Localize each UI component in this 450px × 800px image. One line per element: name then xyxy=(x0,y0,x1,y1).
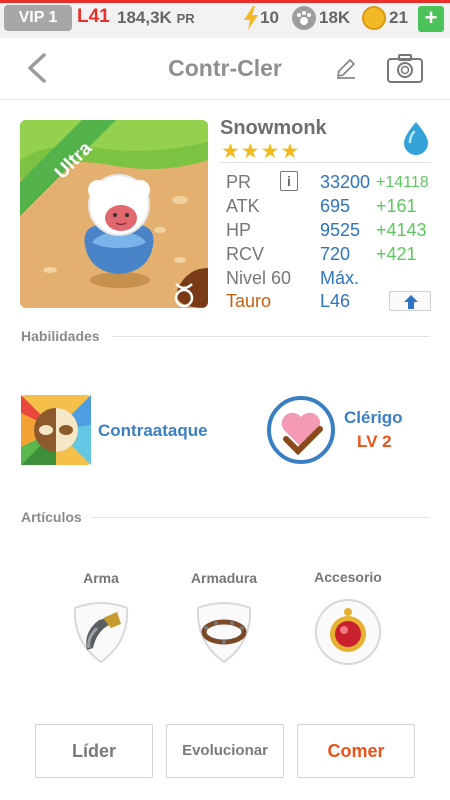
stat-label-hp: HP xyxy=(226,220,252,240)
stat-label-atk: ATK xyxy=(226,196,260,216)
counterattack-skill-icon[interactable] xyxy=(21,395,91,465)
stat-bonus-hp: +4143 xyxy=(376,220,427,240)
leader-button[interactable]: Líder xyxy=(35,724,153,778)
player-level: L41 xyxy=(77,6,110,27)
paw-icon xyxy=(292,6,316,30)
lightning-icon xyxy=(244,6,258,30)
items-divider xyxy=(92,517,430,518)
status-bar: VIP 1 L41 184,3K PR 10 18K 21 + xyxy=(0,0,450,38)
cleric-skill-icon[interactable] xyxy=(266,395,336,465)
skills-divider xyxy=(112,336,430,337)
accessory-slot-label: Accesorio xyxy=(314,569,382,585)
claw-icon xyxy=(73,602,129,664)
player-pr: 184,3K PR xyxy=(117,8,195,28)
coin-count: 21 xyxy=(389,8,408,27)
weapon-slot-label: Arma xyxy=(83,570,119,586)
water-drop-icon xyxy=(404,122,428,155)
spiked-collar-icon xyxy=(196,602,252,664)
stat-value-rcv: 720 xyxy=(320,244,351,264)
add-currency-button[interactable]: + xyxy=(418,6,444,32)
rarity-stars: ★★★★ xyxy=(221,140,301,163)
stat-bonus-atk: +161 xyxy=(376,196,417,216)
status-bar-accent xyxy=(0,0,450,3)
page-title: Contr-Cler xyxy=(168,55,282,81)
zodiac-level: L46 xyxy=(320,291,351,311)
header: Contr-Cler xyxy=(0,38,450,100)
stat-label-pr: PR xyxy=(226,172,252,192)
stat-bonus-pr: +14118 xyxy=(376,174,429,191)
arrow-up-icon xyxy=(404,295,418,309)
stat-bonus-rcv: +421 xyxy=(376,244,417,264)
vip-badge[interactable]: VIP 1 xyxy=(4,5,72,31)
skill-level-cleric: LV 2 xyxy=(357,432,392,451)
armor-slot-label: Armadura xyxy=(190,570,258,586)
edit-icon[interactable] xyxy=(334,56,358,80)
monster-name: Snowmonk xyxy=(220,117,327,139)
evolve-button[interactable]: Evolucionar xyxy=(166,724,284,778)
stat-value-pr: 33200 xyxy=(320,172,371,192)
monster-portrait[interactable]: Ultra xyxy=(20,120,208,308)
name-divider xyxy=(220,162,432,163)
skills-section-title: Habilidades xyxy=(21,328,100,344)
items-section-title: Artículos xyxy=(21,509,82,525)
camera-icon[interactable] xyxy=(386,52,424,84)
energy-count: 10 xyxy=(260,8,279,27)
player-pr-value: 184,3K xyxy=(117,8,172,27)
info-icon[interactable]: i xyxy=(280,171,298,191)
stat-value-atk: 695 xyxy=(320,196,351,216)
level-value: Máx. xyxy=(320,268,360,288)
coin-icon xyxy=(362,6,386,30)
accessory-slot[interactable] xyxy=(314,598,382,666)
skill-name-counterattack: Contraataque xyxy=(98,421,208,440)
level-label: Nivel 60 xyxy=(226,268,292,288)
upgrade-button[interactable] xyxy=(389,291,431,311)
player-pr-unit: PR xyxy=(176,11,195,26)
paw-count: 18K xyxy=(319,8,351,27)
eat-button[interactable]: Comer xyxy=(297,724,415,778)
ruby-amulet-icon xyxy=(315,599,381,665)
zodiac-label: Tauro xyxy=(226,291,272,311)
monster-portrait-art xyxy=(20,120,208,308)
skill-name-cleric: Clérigo xyxy=(344,408,403,427)
stat-value-hp: 9525 xyxy=(320,220,361,240)
weapon-slot[interactable] xyxy=(67,598,135,666)
armor-slot[interactable] xyxy=(190,598,258,666)
stat-label-rcv: RCV xyxy=(226,244,265,264)
